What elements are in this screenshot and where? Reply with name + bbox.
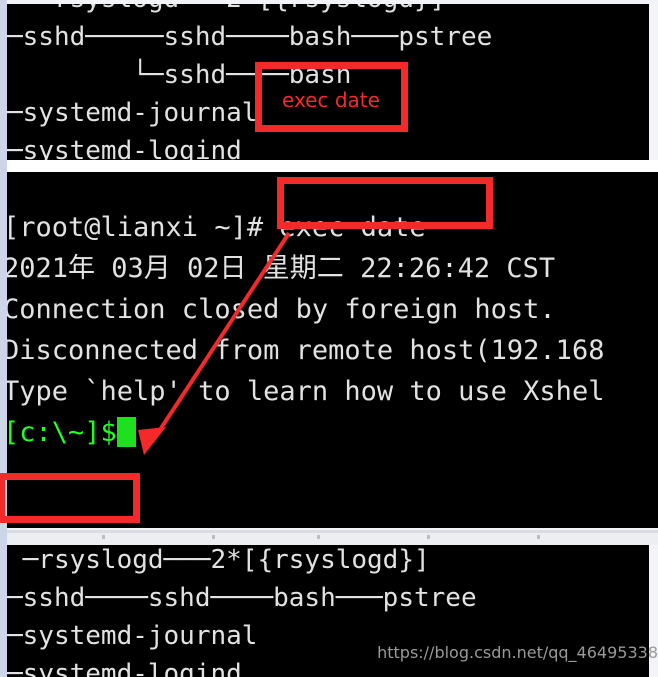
xshell-line-0: y bbox=[7, 172, 658, 207]
xshell-line-disconnected: Disconnected from remote host(192.168 bbox=[7, 335, 605, 366]
terminal-panel-pstree-before[interactable]: ─rsyslogd───2*[{rsyslogd}] ─sshd─────ssh… bbox=[7, 4, 649, 160]
pstree-before-line-2: └─sshd────bash bbox=[7, 60, 352, 90]
terminal-panel-xshell[interactable]: y [root@lianxi ~]# exec date 2021年 03月 0… bbox=[7, 172, 658, 528]
xshell-line-date-output: 2021年 03月 02日 星期二 22:26:42 CST bbox=[7, 253, 556, 284]
annotation-label-exec-date: exec date bbox=[282, 88, 380, 112]
tick-dot bbox=[427, 535, 430, 539]
pstree-before-line-0: ─rsyslogd───2*[{rsyslogd}] bbox=[7, 4, 492, 18]
page-left-rail bbox=[0, 0, 7, 677]
pstree-before-line-4: ─systemd-logind bbox=[7, 136, 242, 160]
pstree-after-line-0: ─rsyslogd───2*[{rsyslogd}] bbox=[7, 545, 430, 575]
xshell-line-connection-closed: Connection closed by foreign host. bbox=[7, 294, 556, 325]
xshell-local-prompt-line[interactable]: [c:\~]$ bbox=[7, 412, 658, 453]
xshell-line-prompt-exec: [root@lianxi ~]# exec date bbox=[7, 212, 426, 243]
tick-dot bbox=[212, 535, 215, 539]
xshell-line-type-help: Type `help' to learn how to use Xshel bbox=[7, 376, 605, 407]
panel-gap-top bbox=[7, 160, 658, 172]
pstree-before-content: ─rsyslogd───2*[{rsyslogd}] ─sshd─────ssh… bbox=[7, 4, 492, 160]
pstree-before-line-3: ─systemd-journal bbox=[7, 98, 258, 128]
watermark-url: https://blog.csdn.net/qq_46495338 bbox=[377, 643, 658, 662]
pstree-after-line-1: ─sshd────sshd────bash───pstree bbox=[7, 583, 477, 613]
tick-dot bbox=[102, 535, 105, 539]
pstree-before-line-1: ─sshd─────sshd────bash───pstree bbox=[7, 22, 493, 52]
xshell-content: y [root@lianxi ~]# exec date 2021年 03月 0… bbox=[7, 172, 658, 453]
local-prompt-text: [c:\~]$ bbox=[7, 417, 117, 448]
text-cursor bbox=[116, 417, 136, 447]
screenshot-root: ─rsyslogd───2*[{rsyslogd}] ─sshd─────ssh… bbox=[0, 0, 658, 677]
tick-dot bbox=[317, 535, 320, 539]
panel-separator-strip bbox=[7, 530, 658, 545]
tick-dot bbox=[537, 535, 540, 539]
